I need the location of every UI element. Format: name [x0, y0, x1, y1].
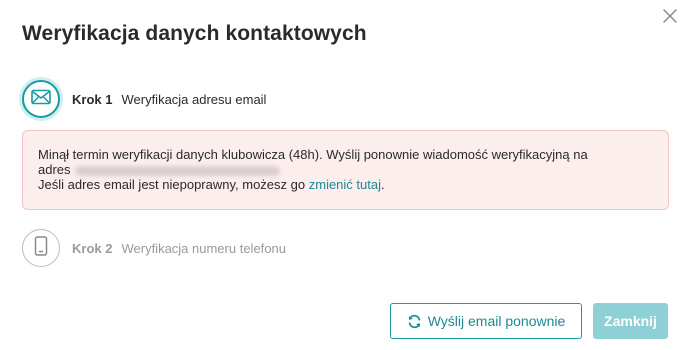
alert-change-prefix: Jeśli adres email jest niepoprawny, może… — [38, 177, 306, 192]
refresh-icon — [407, 314, 422, 329]
alert-line-3-suffix: . — [380, 177, 385, 192]
alert-message-line-3: Jeśli adres email jest niepoprawny, może… — [38, 177, 653, 192]
change-email-link[interactable]: zmienić tutaj — [309, 177, 381, 192]
step-email-verification: Krok 1 Weryfikacja adresu email — [22, 80, 266, 118]
verification-dialog: Weryfikacja danych kontaktowych Krok 1 W… — [0, 0, 692, 350]
step-1-number: Krok 1 — [72, 91, 113, 107]
alert-message-line-1: Minął termin weryfikacji danych klubowic… — [38, 147, 588, 162]
close-icon[interactable] — [660, 6, 680, 26]
step-2-label: Weryfikacja numeru telefonu — [121, 240, 286, 256]
step-2-indicator — [22, 229, 60, 267]
alert-message-line-2: adres — [38, 162, 653, 177]
dialog-title: Weryfikacja danych kontaktowych — [22, 22, 367, 45]
step-1-label: Weryfikacja adresu email — [121, 91, 267, 107]
resend-email-button[interactable]: Wyślij email ponownie — [390, 303, 582, 339]
close-button[interactable]: Zamknij — [593, 303, 668, 339]
step-1-indicator — [22, 80, 60, 118]
resend-email-label: Wyślij email ponownie — [427, 313, 566, 329]
step-phone-verification: Krok 2 Weryfikacja numeru telefonu — [22, 229, 286, 267]
redacted-email-address — [74, 165, 280, 176]
expired-verification-alert: Minął termin weryfikacji danych klubowic… — [22, 130, 669, 210]
phone-icon — [34, 235, 48, 261]
alert-address-prefix: adres — [38, 162, 71, 177]
envelope-icon — [31, 89, 51, 110]
step-2-number: Krok 2 — [72, 240, 113, 256]
